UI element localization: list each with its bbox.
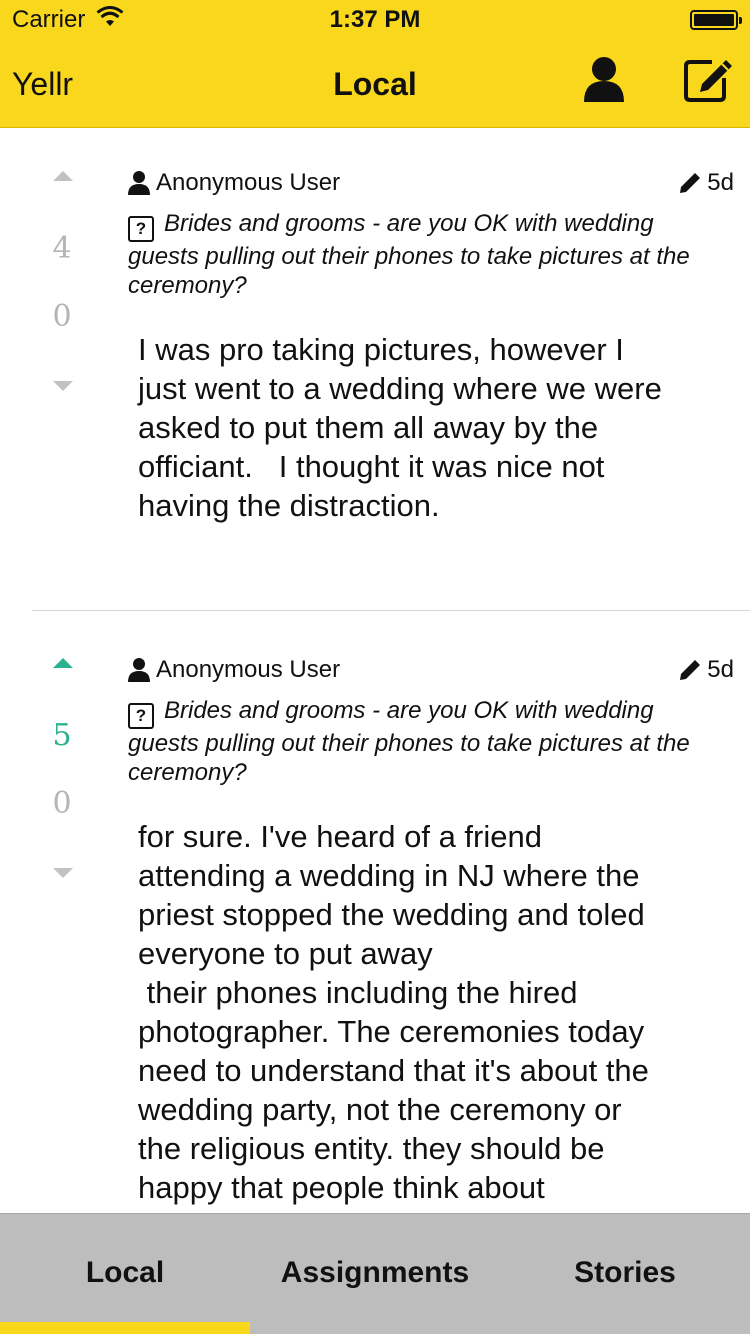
person-icon bbox=[584, 57, 624, 102]
question-icon: ? bbox=[128, 703, 154, 729]
post-question[interactable]: ? Brides and grooms - are you OK with wed… bbox=[128, 209, 708, 300]
battery-icon bbox=[690, 10, 742, 30]
post-card: 4 0 Anonymous User 5d ? Brides and grooms… bbox=[0, 129, 750, 612]
pencil-icon bbox=[680, 173, 701, 193]
question-text: Brides and grooms - are you OK with wedd… bbox=[128, 210, 690, 299]
tab-assignments[interactable]: Assignments bbox=[250, 1214, 500, 1334]
post-age: 5d bbox=[679, 169, 734, 197]
downvote-button[interactable] bbox=[51, 379, 75, 393]
nav-bar: Yellr Local bbox=[0, 40, 750, 128]
triangle-down-icon bbox=[53, 868, 73, 878]
triangle-up-icon bbox=[53, 171, 73, 181]
author-name: Anonymous User bbox=[156, 656, 341, 683]
post-age: 5d bbox=[679, 656, 734, 684]
user-icon bbox=[128, 171, 150, 195]
author-name: Anonymous User bbox=[156, 169, 341, 196]
upvote-button[interactable] bbox=[51, 656, 75, 670]
age-label: 5d bbox=[707, 656, 734, 683]
tab-label: Local bbox=[85, 1255, 165, 1289]
post-divider bbox=[32, 610, 750, 611]
post-body: for sure. I've heard of a friend attendi… bbox=[138, 819, 649, 1213]
tab-label: Assignments bbox=[280, 1255, 470, 1289]
compose-icon bbox=[684, 60, 732, 102]
triangle-up-icon bbox=[53, 658, 73, 668]
posts-feed[interactable]: 4 0 Anonymous User 5d ? Brides and grooms… bbox=[0, 129, 750, 1213]
question-text: Brides and grooms - are you OK with wedd… bbox=[128, 697, 690, 786]
user-icon bbox=[128, 658, 150, 682]
status-bar: Carrier 1:37 PM bbox=[0, 0, 750, 40]
active-tab-indicator bbox=[0, 1322, 250, 1334]
tab-local[interactable]: Local bbox=[0, 1214, 250, 1334]
downvote-count: 0 bbox=[52, 299, 72, 334]
post-card: 5 0 Anonymous User 5d ? Brides and grooms… bbox=[0, 612, 750, 1213]
tab-bar: Local Assignments Stories bbox=[0, 1213, 750, 1334]
age-label: 5d bbox=[707, 169, 734, 196]
post-author: Anonymous User bbox=[128, 656, 340, 684]
post-question[interactable]: ? Brides and grooms - are you OK with wed… bbox=[128, 696, 708, 787]
upvote-count: 5 bbox=[52, 718, 72, 753]
tab-stories[interactable]: Stories bbox=[500, 1214, 750, 1334]
triangle-down-icon bbox=[53, 381, 73, 391]
pencil-icon bbox=[680, 660, 701, 680]
tab-label: Stories bbox=[574, 1255, 676, 1289]
compose-button[interactable] bbox=[682, 56, 734, 104]
status-time: 1:37 PM bbox=[329, 6, 421, 33]
downvote-count: 0 bbox=[52, 786, 72, 821]
page-title: Local bbox=[333, 66, 417, 102]
upvote-count: 4 bbox=[52, 231, 72, 266]
profile-button[interactable] bbox=[580, 56, 628, 104]
upvote-button[interactable] bbox=[51, 169, 75, 183]
question-icon: ? bbox=[128, 216, 154, 242]
downvote-button[interactable] bbox=[51, 866, 75, 880]
post-body: I was pro taking pictures, however I jus… bbox=[138, 332, 662, 523]
post-author: Anonymous User bbox=[128, 169, 340, 197]
